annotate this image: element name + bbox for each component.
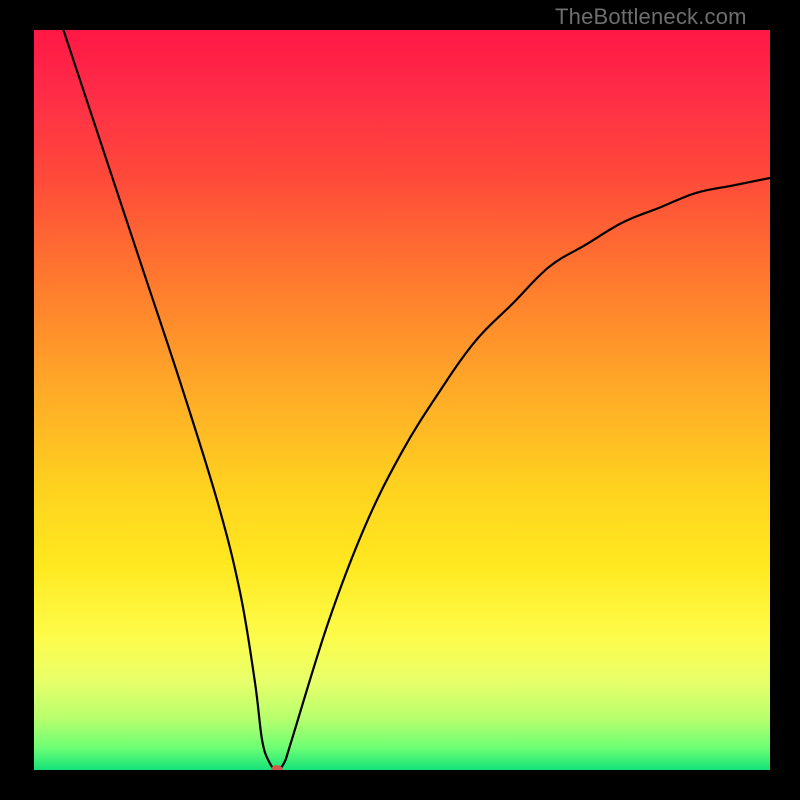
chart-frame: TheBottleneck.com (0, 0, 800, 800)
curve-minimum-marker (271, 765, 283, 770)
chart-plot-area (34, 30, 770, 770)
chart-svg (34, 30, 770, 770)
bottleneck-curve (63, 30, 770, 770)
watermark-text: TheBottleneck.com (555, 4, 747, 30)
